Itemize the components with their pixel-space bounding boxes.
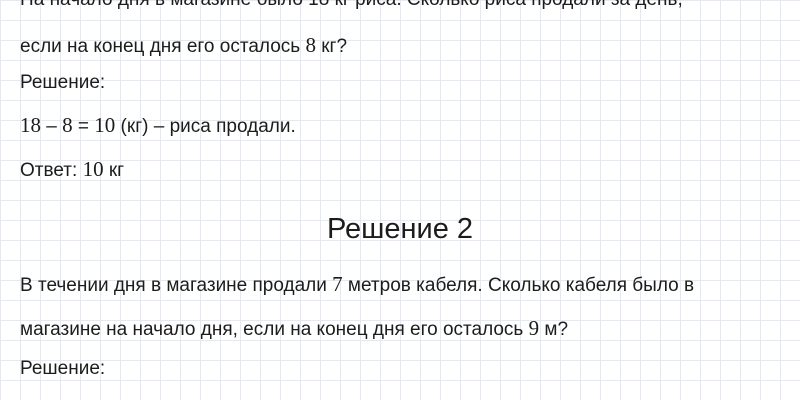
equation-operator: = bbox=[72, 116, 95, 137]
problem1-answer: Ответ: 10 кг bbox=[20, 157, 124, 183]
problem1-text-line2: если на конец дня его осталось 8 кг? bbox=[20, 33, 347, 59]
equation-operator: – bbox=[41, 116, 63, 137]
problem1-solution-label: Решение: bbox=[20, 71, 105, 95]
equation-number: 8 bbox=[62, 113, 73, 137]
answer-number: 10 bbox=[82, 157, 104, 181]
problem2-solution-label: Решение: bbox=[20, 357, 105, 381]
worksheet-page: На начало дня в магазине было 18 кг риса… bbox=[0, 0, 800, 400]
problem2-text-part: м? bbox=[539, 319, 569, 340]
problem2-text-part: метров кабеля. Сколько кабеля было в bbox=[342, 275, 695, 296]
problem2-text-part: В течении дня в магазине продали bbox=[20, 275, 333, 296]
equation-text: (кг) – риса продали. bbox=[115, 116, 296, 137]
problem2-text-part: магазине на начало дня, если на конец дн… bbox=[20, 319, 529, 340]
answer-label: Ответ: bbox=[20, 160, 83, 181]
equation-number: 18 bbox=[20, 113, 41, 137]
equation-result-number: 10 bbox=[94, 113, 116, 137]
problem2-sold-number: 7 bbox=[332, 272, 343, 296]
section-heading: Решение 2 bbox=[326, 213, 474, 245]
answer-unit: кг bbox=[103, 160, 125, 181]
solution-label: Решение: bbox=[20, 358, 106, 379]
problem2-text-line1: В течении дня в магазине продали 7 метро… bbox=[20, 272, 694, 298]
problem1-text-line1: На начало дня в магазине было 18 кг риса… bbox=[20, 0, 683, 12]
solution-label: Решение: bbox=[20, 72, 106, 93]
problem1-equation: 18 – 8 = 10 (кг) – риса продали. bbox=[20, 113, 296, 139]
problem1-text: На начало дня в магазине было 18 кг риса… bbox=[20, 0, 683, 10]
problem1-text-part: если на конец дня его осталось bbox=[20, 36, 306, 57]
problem1-text-part: кг? bbox=[315, 36, 348, 57]
problem1-remaining-number: 8 bbox=[305, 33, 316, 57]
problem2-remaining-number: 9 bbox=[528, 316, 540, 340]
problem2-text-line2: магазине на начало дня, если на конец дн… bbox=[20, 316, 568, 342]
